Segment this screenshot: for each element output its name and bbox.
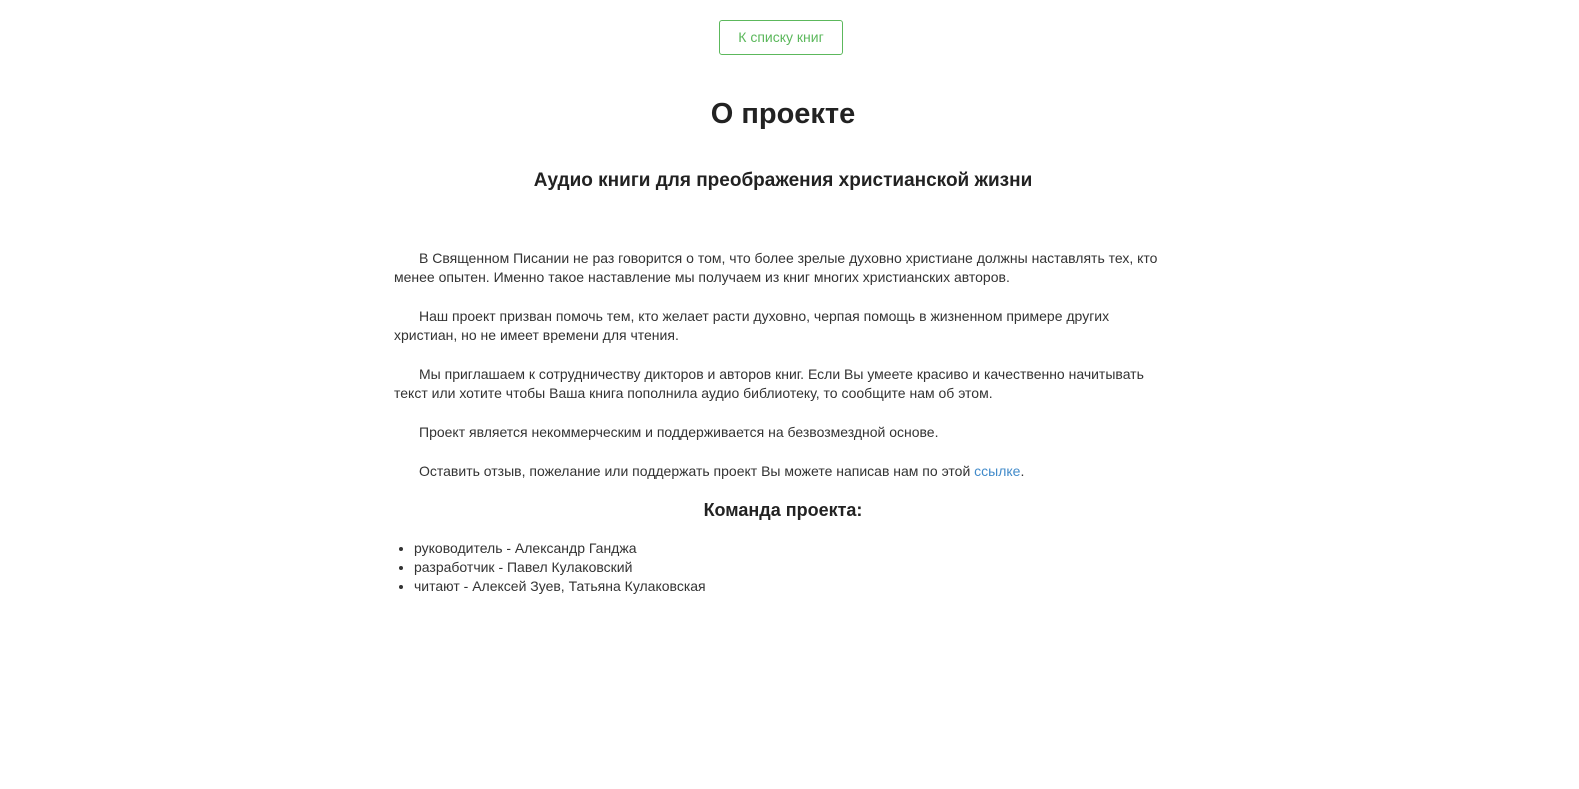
page-title: О проекте [710, 98, 856, 130]
team-member-item: разработчик - Павел Кулаковский [414, 558, 706, 577]
about-paragraph: В Священном Писании не раз говорится о т… [394, 250, 1158, 285]
team-title: Команда проекта: [703, 500, 863, 520]
about-paragraph: Проект является некоммерческим и поддерж… [419, 424, 939, 440]
feedback-suffix: . [1020, 463, 1025, 479]
about-content: В Священном Писании не раз говорится о т… [394, 249, 1174, 481]
about-paragraph: Мы приглашаем к сотрудничеству дикторов … [394, 366, 1144, 401]
back-to-book-list-button[interactable]: К списку книг [719, 20, 843, 55]
feedback-link[interactable]: ссылке [974, 463, 1020, 479]
feedback-paragraph: Оставить отзыв, пожелание или поддержать… [394, 462, 1174, 481]
feedback-text: Оставить отзыв, пожелание или поддержать… [419, 463, 975, 479]
page-subtitle: Аудио книги для преображения христианско… [533, 170, 1033, 191]
team-list: руководитель - Александр Ганджа разработ… [394, 539, 706, 596]
team-member-item: читают - Алексей Зуев, Татьяна Кулаковск… [414, 577, 706, 596]
about-paragraph: Наш проект призван помочь тем, кто желае… [394, 308, 1110, 343]
team-member-item: руководитель - Александр Ганджа [414, 539, 706, 558]
